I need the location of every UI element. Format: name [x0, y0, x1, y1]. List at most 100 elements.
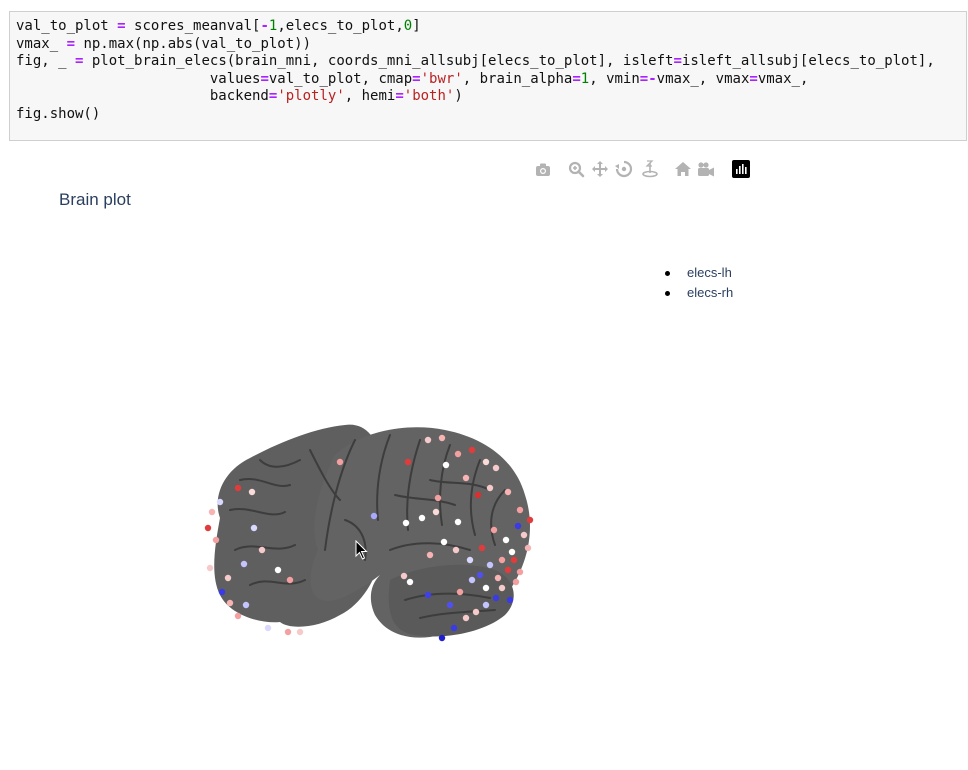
code-token: vmax_ — [16, 35, 67, 52]
electrode-marker — [478, 544, 486, 552]
code-token: = — [749, 70, 758, 87]
brain-surface — [214, 424, 530, 638]
electrode-marker — [434, 494, 442, 502]
electrode-marker — [204, 524, 212, 532]
code-token: fig.show() — [16, 105, 101, 122]
electrode-marker — [216, 498, 224, 506]
plotly-logo-button[interactable] — [730, 158, 752, 180]
code-token: scores_meanval[ — [125, 18, 261, 34]
code-token: - — [260, 18, 269, 34]
electrode-marker — [442, 461, 450, 469]
electrode-marker — [438, 634, 446, 642]
code-token: backend — [16, 88, 269, 104]
electrode-marker — [468, 576, 476, 584]
electrode-marker — [492, 464, 500, 472]
electrode-marker — [240, 560, 248, 568]
electrode-marker — [494, 574, 502, 582]
electrode-marker — [250, 524, 258, 532]
electrode-marker — [462, 614, 470, 622]
legend-marker-icon — [665, 291, 670, 296]
code-token: = — [117, 18, 126, 34]
code-token: 'plotly' — [277, 88, 345, 104]
electrode-marker — [474, 491, 482, 499]
electrode-marker — [424, 436, 432, 444]
electrode-marker — [224, 574, 232, 582]
code-token: , vmin — [589, 70, 640, 87]
code-cell[interactable]: val_to_plot = scores_meanval[- 1 ,elecs_to… — [9, 11, 967, 141]
electrode-marker — [296, 628, 304, 636]
electrode-marker — [508, 548, 516, 556]
electrode-marker — [516, 506, 524, 514]
reset-camera-home-icon — [675, 162, 691, 176]
electrode-marker — [424, 591, 432, 599]
electrode-marker — [438, 434, 446, 442]
electrode-marker — [454, 518, 462, 526]
electrode-marker — [418, 514, 426, 522]
turntable-rotation-button[interactable] — [639, 158, 661, 180]
code-token: vmax_, — [757, 70, 809, 87]
save-camera-button[interactable] — [695, 158, 717, 180]
electrode-marker — [284, 628, 292, 636]
electrode-marker — [208, 508, 216, 516]
zoom-button[interactable] — [565, 158, 587, 180]
electrode-marker — [248, 488, 256, 496]
electrode-marker — [486, 484, 494, 492]
code-token: ) — [454, 88, 463, 104]
electrode-marker — [286, 576, 294, 584]
electrode-marker — [524, 544, 532, 552]
code-token: 1 — [580, 70, 590, 87]
electrode-marker — [402, 519, 410, 527]
orbit-rotation-button[interactable] — [613, 158, 635, 180]
code-token: val_to_plot, cmap — [268, 70, 413, 87]
electrode-marker — [242, 601, 250, 609]
electrode-marker — [492, 594, 500, 602]
electrode-marker — [472, 608, 480, 616]
electrode-marker — [450, 624, 458, 632]
electrode-marker — [206, 564, 214, 572]
plot-title: Brain plot — [59, 190, 131, 209]
code-token: = — [572, 70, 581, 87]
electrode-marker — [510, 556, 518, 564]
code-editor[interactable]: val_to_plot = scores_meanval[- 1 ,elecs_to… — [10, 12, 966, 123]
electrode-marker — [400, 572, 408, 580]
electrode-marker — [514, 522, 522, 530]
code-token: val_to_plot — [16, 18, 118, 34]
code-token: isleft_allsubj[elecs_to_plot], — [681, 53, 935, 69]
legend-label: elecs-lh — [687, 265, 732, 280]
camera-button[interactable] — [532, 158, 554, 180]
zoom-icon — [568, 161, 585, 178]
legend-label: elecs-rh — [687, 285, 734, 300]
electrode-marker — [432, 508, 440, 516]
turntable-rotation-icon — [642, 160, 658, 178]
electrode-marker — [212, 536, 220, 544]
electrode-marker — [466, 556, 474, 564]
brain-3d-scene[interactable] — [190, 400, 560, 660]
electrode-marker — [468, 446, 476, 454]
electrode-marker — [454, 450, 462, 458]
orbit-rotation-icon — [615, 160, 633, 178]
electrode-marker — [526, 516, 534, 524]
code-token: , brain_alpha — [462, 70, 573, 87]
electrode-marker — [404, 458, 412, 466]
electrode-marker — [506, 596, 514, 604]
reset-camera-home-button[interactable] — [672, 158, 694, 180]
code-token: np.max(np.abs(val_to_plot)) — [75, 35, 312, 52]
code-token: ] — [412, 18, 421, 34]
code-token: =- — [639, 70, 657, 87]
pan-button[interactable] — [589, 158, 611, 180]
electrode-marker — [226, 599, 234, 607]
code-token: vmax_, vmax — [656, 70, 750, 87]
code-token: = — [412, 70, 421, 87]
electrode-marker — [452, 546, 460, 554]
code-token: plot_brain_elecs(brain_mni, coords_mni_a… — [83, 53, 674, 69]
save-camera-icon — [698, 162, 714, 177]
electrode-marker — [504, 566, 512, 574]
electrode-marker — [498, 584, 506, 592]
electrode-marker — [234, 484, 242, 492]
electrode-marker — [476, 571, 484, 579]
electrode-marker — [516, 568, 524, 576]
electrode-marker — [446, 601, 454, 609]
code-token: = — [673, 53, 682, 69]
electrode-marker — [486, 561, 494, 569]
electrode-marker — [440, 538, 448, 546]
